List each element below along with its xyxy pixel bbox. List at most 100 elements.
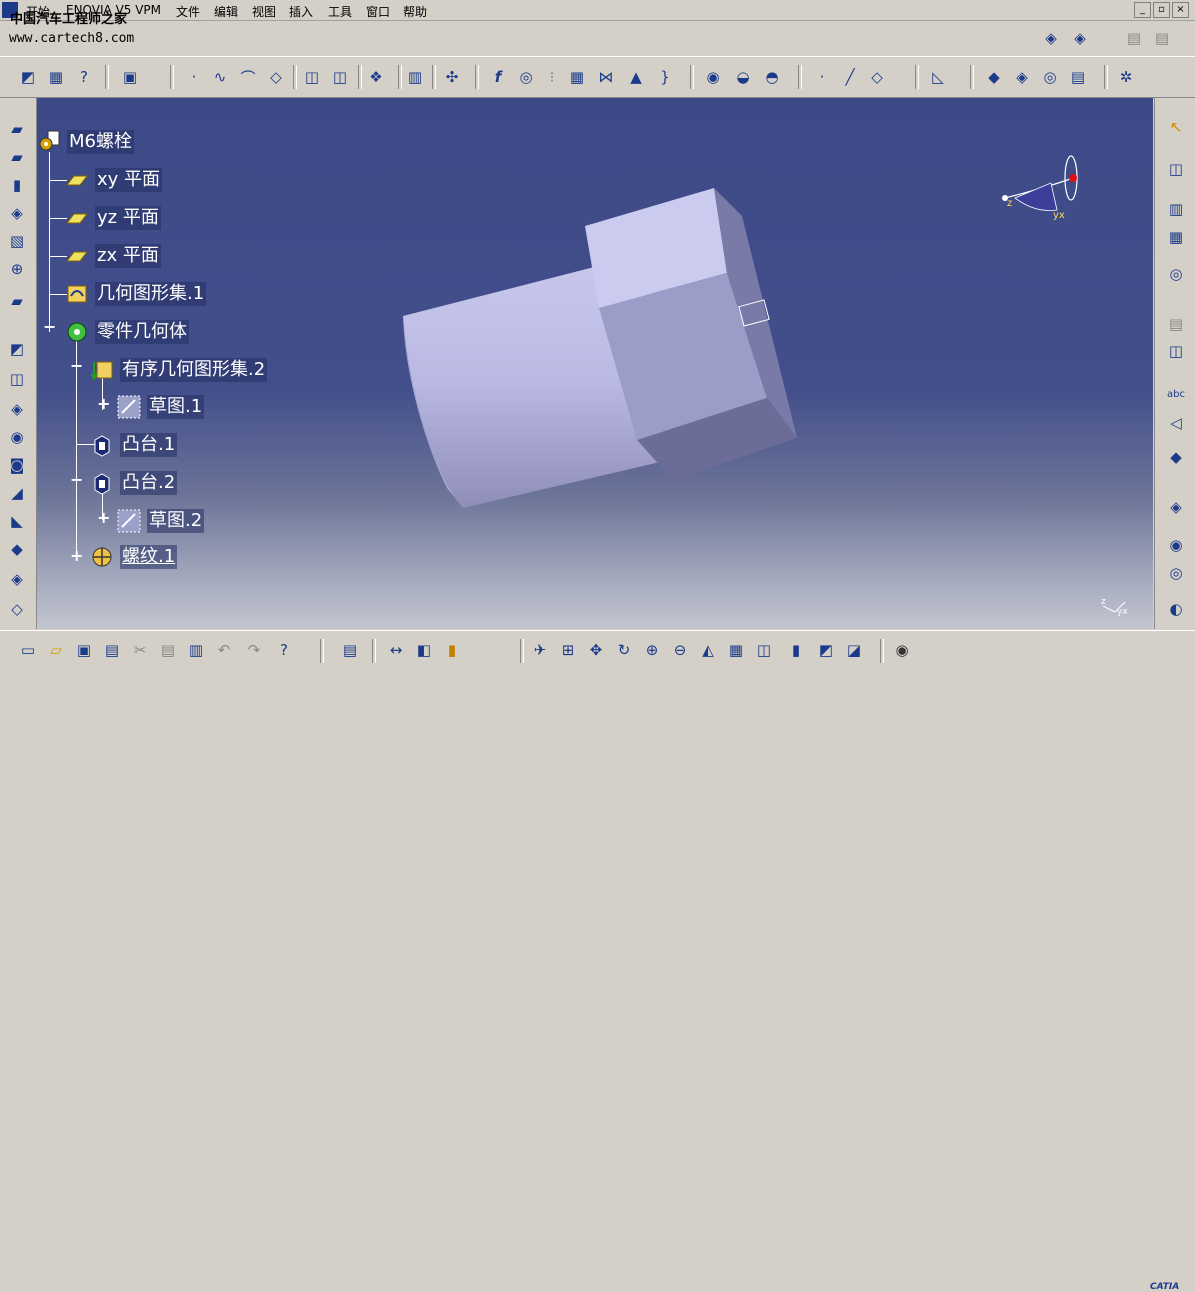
menu-window[interactable]: 窗口: [366, 3, 390, 20]
view-icon[interactable]: ◫: [1165, 340, 1187, 362]
tree-node-part-body[interactable]: 零件几何体: [65, 320, 189, 344]
close-surface-icon[interactable]: ◆: [6, 538, 28, 560]
hide-show-icon[interactable]: ◩: [816, 640, 836, 660]
tree-node-yz-plane[interactable]: yz 平面: [65, 206, 161, 230]
solid-icon[interactable]: ◫: [302, 67, 322, 87]
collapse-pad-2-expander[interactable]: −: [70, 472, 83, 488]
formula-icon[interactable]: f: [488, 67, 508, 87]
point-tool-icon[interactable]: ·: [812, 67, 832, 87]
expand-sketch-1-expander[interactable]: +: [97, 396, 110, 412]
fly-mode-icon[interactable]: ✈: [530, 640, 550, 660]
tree-node-xy-plane[interactable]: xy 平面: [65, 168, 163, 192]
fillet-icon[interactable]: ◫: [6, 368, 28, 390]
union-icon[interactable]: ◉: [1165, 534, 1187, 556]
stack-icon[interactable]: ▤: [1068, 67, 1088, 87]
point-icon[interactable]: ·: [184, 67, 204, 87]
transform-right-icon[interactable]: ◎: [1165, 263, 1187, 285]
inertia-icon[interactable]: ▮: [442, 640, 462, 660]
catalog-icon[interactable]: ▣: [120, 67, 140, 87]
new-icon[interactable]: ▭: [18, 640, 38, 660]
thread-icon[interactable]: ⊕: [6, 258, 28, 280]
analysis-icon[interactable]: ◉: [703, 67, 723, 87]
menu-edit[interactable]: 编辑: [214, 3, 238, 20]
minimize-button[interactable]: _: [1134, 2, 1151, 18]
arc-icon[interactable]: ⌒: [238, 67, 258, 87]
expand-sketch-2-expander[interactable]: +: [97, 510, 110, 526]
texture-icon[interactable]: ◈: [1012, 67, 1032, 87]
comment-icon[interactable]: ◎: [516, 67, 536, 87]
collapse-ordered-set-expander[interactable]: −: [70, 358, 83, 374]
constraint-icon[interactable]: ◫: [1165, 158, 1187, 180]
rect-pattern-icon[interactable]: ▦: [1165, 226, 1187, 248]
measure-between-icon[interactable]: ↔: [386, 640, 406, 660]
shell-icon[interactable]: ◙: [6, 454, 28, 476]
menu-file[interactable]: 文件: [176, 3, 200, 20]
save-icon[interactable]: ▣: [74, 640, 94, 660]
menu-view[interactable]: 视图: [252, 3, 276, 20]
shading-icon[interactable]: ▮: [786, 640, 806, 660]
split-icon[interactable]: ◣: [6, 510, 28, 532]
apply-material-icon[interactable]: ◆: [1165, 446, 1187, 468]
line-icon[interactable]: ╱: [840, 67, 860, 87]
chamfer-icon[interactable]: ◈: [6, 398, 28, 420]
measure-right-icon[interactable]: ◐: [1165, 598, 1187, 620]
draft-analysis-icon[interactable]: ◒: [733, 67, 753, 87]
measure-item-icon[interactable]: ◧: [414, 640, 434, 660]
layers-alt-icon[interactable]: ◈: [1070, 28, 1090, 48]
boolean-icon[interactable]: ◇: [6, 598, 28, 620]
text-icon[interactable]: abc: [1165, 383, 1187, 405]
measure-icon[interactable]: ◓: [762, 67, 782, 87]
whats-this-icon[interactable]: ?: [274, 640, 294, 660]
select-arrow-icon[interactable]: ↖: [1165, 116, 1187, 138]
tree-root-part[interactable]: M6螺栓: [37, 130, 134, 154]
rotate-icon[interactable]: ↻: [614, 640, 634, 660]
remove-icon[interactable]: ▰: [6, 290, 28, 312]
pattern-icon[interactable]: ▥: [1165, 198, 1187, 220]
zoom-out-icon[interactable]: ⊖: [670, 640, 690, 660]
macro-icon[interactable]: ▤: [340, 640, 360, 660]
normal-view-icon[interactable]: ◭: [698, 640, 718, 660]
flag-note-icon[interactable]: ◁: [1165, 412, 1187, 434]
tree-node-zx-plane[interactable]: zx 平面: [65, 244, 161, 268]
sew-surface-icon[interactable]: ◈: [6, 568, 28, 590]
plane-tool-icon[interactable]: ◇: [867, 67, 887, 87]
close-button[interactable]: ×: [1172, 2, 1189, 18]
swap-visible-icon[interactable]: ◪: [844, 640, 864, 660]
hierarchy-icon[interactable]: ⋈: [596, 67, 616, 87]
hole-icon[interactable]: ▧: [6, 230, 28, 252]
angle-icon[interactable]: ◺: [928, 67, 948, 87]
collapse-body-expander[interactable]: −: [43, 319, 56, 335]
tree-node-sketch-2[interactable]: 草图.2: [117, 509, 205, 533]
layers-icon[interactable]: ◈: [1041, 28, 1061, 48]
rules-icon[interactable]: }: [655, 67, 675, 87]
lock-icon[interactable]: ▲: [626, 67, 646, 87]
draft-icon[interactable]: ◉: [6, 426, 28, 448]
solid-alt-icon[interactable]: ◫: [330, 67, 350, 87]
design-table-icon[interactable]: ▦: [567, 67, 587, 87]
assemble-icon[interactable]: ◈: [1165, 496, 1187, 518]
transform-icon[interactable]: ❖: [366, 67, 386, 87]
render-icon[interactable]: ◎: [1040, 67, 1060, 87]
tree-node-ordered-geometrical-set-2[interactable]: 有序几何图形集.2: [90, 358, 268, 382]
menu-insert[interactable]: 插入: [289, 3, 313, 20]
material-icon[interactable]: ◆: [984, 67, 1004, 87]
tools-icon[interactable]: ✣: [442, 67, 462, 87]
grid-icon[interactable]: ▦: [46, 67, 66, 87]
restore-button[interactable]: ▫: [1153, 2, 1170, 18]
thickness-icon[interactable]: ◢: [6, 482, 28, 504]
paste-icon[interactable]: ▥: [186, 640, 206, 660]
open-icon[interactable]: ▱: [46, 640, 66, 660]
pad-icon[interactable]: ▰: [6, 118, 28, 140]
tree-node-thread-1[interactable]: 螺纹.1: [90, 545, 178, 569]
sketch-icon[interactable]: ◩: [18, 67, 38, 87]
multi-view-icon[interactable]: ▦: [726, 640, 746, 660]
tree-node-geometrical-set-1[interactable]: 几何图形集.1: [65, 282, 207, 306]
menu-help[interactable]: 帮助: [403, 3, 427, 20]
tree-node-pad-2[interactable]: 凸台.2: [90, 471, 178, 495]
print-icon[interactable]: ▤: [102, 640, 122, 660]
fit-all-icon[interactable]: ⊞: [558, 640, 578, 660]
table-icon[interactable]: ▥: [405, 67, 425, 87]
gear-icon[interactable]: ✲: [1116, 67, 1136, 87]
menu-tools[interactable]: 工具: [328, 3, 352, 20]
plane-icon[interactable]: ◇: [266, 67, 286, 87]
